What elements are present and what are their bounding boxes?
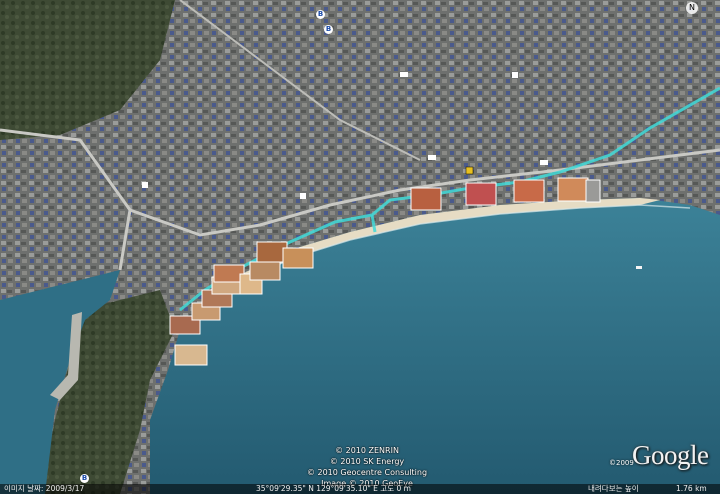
map-marker[interactable] [400, 72, 408, 77]
map-marker[interactable] [540, 160, 548, 165]
boat [636, 266, 642, 269]
attribution-line: © 2010 Geocentre Consulting [306, 468, 428, 477]
poi-b-icon[interactable]: B [316, 10, 325, 19]
map-marker[interactable] [300, 193, 306, 199]
poi-b-icon[interactable]: B [80, 474, 89, 483]
logo-copyright: ©2009 [609, 459, 634, 467]
satellite-map[interactable] [0, 0, 720, 494]
photo-thumbnail[interactable] [410, 187, 442, 211]
coordinates-readout: 35°09'29.35" N 129°09'35.10" E 고도 0 m [256, 484, 411, 493]
photo-thumbnail[interactable] [249, 261, 281, 281]
poi-b-icon[interactable]: B [324, 25, 333, 34]
photo-thumbnail[interactable] [465, 182, 497, 206]
map-attribution: © 2010 ZENRIN © 2010 SK Energy © 2010 Ge… [297, 445, 437, 489]
photo-thumbnail[interactable] [513, 179, 545, 203]
image-date: 이미지 날짜: 2009/3/17 [4, 484, 85, 493]
photo-thumbnail[interactable] [585, 179, 601, 203]
attribution-line: © 2010 SK Energy [329, 457, 405, 466]
eye-altitude: 1.76 km [676, 484, 707, 493]
photo-thumbnail[interactable] [557, 177, 589, 202]
compass-north-icon[interactable]: N [686, 2, 698, 14]
status-bar: 이미지 날짜: 2009/3/17 35°09'29.35" N 129°09'… [0, 484, 720, 494]
attribution-line: © 2010 ZENRIN [335, 446, 399, 455]
google-logo: Google [632, 440, 709, 470]
photo-thumbnail[interactable] [282, 247, 314, 269]
stream-status: 내려다보는 높이 [588, 484, 639, 493]
map-marker[interactable] [465, 166, 474, 175]
map-marker[interactable] [428, 155, 436, 160]
map-marker[interactable] [512, 72, 518, 78]
map-marker[interactable] [142, 182, 148, 188]
photo-thumbnail[interactable] [174, 344, 208, 366]
